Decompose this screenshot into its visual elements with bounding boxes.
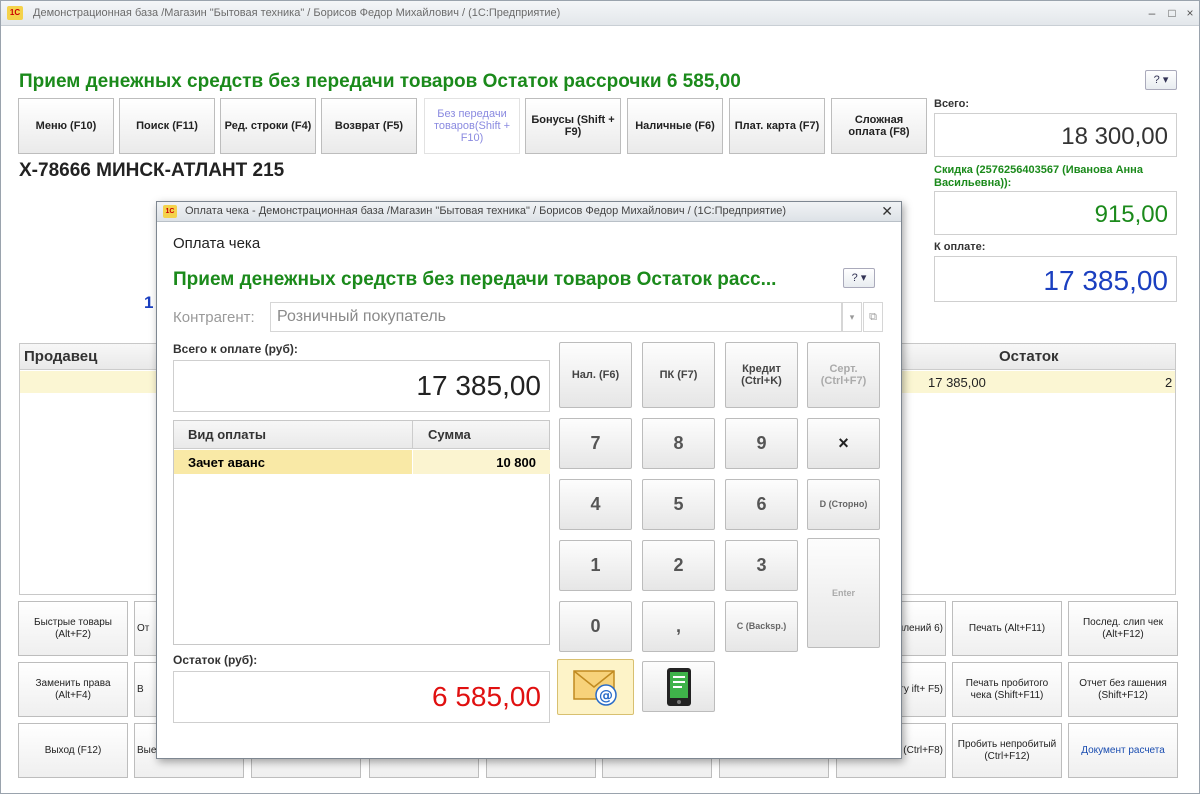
discount-label: Скидка (2576256403567 (Иванова Анна Васи… xyxy=(934,164,1143,189)
main-heading: Прием денежных средств без передачи това… xyxy=(19,71,741,92)
quick-goods-button[interactable]: Быстрые товары (Alt+F2) xyxy=(18,601,128,656)
main-titlebar: 1С Демонстрационная база /Магазин "Бытов… xyxy=(1,1,1199,26)
print-check-button[interactable]: Печать пробитого чека (Shift+F11) xyxy=(952,662,1062,717)
email-icon: @ xyxy=(572,670,617,706)
sms-receipt-button[interactable] xyxy=(642,661,715,712)
payment-type-cell: Зачет аванс xyxy=(174,450,412,474)
payment-sum-cell: 10 800 xyxy=(413,450,550,474)
last-slip-button[interactable]: Послед. слип чек (Alt+F12) xyxy=(1068,601,1178,656)
payment-dialog: 1С Оплата чека - Демонстрационная база /… xyxy=(156,201,902,759)
rest-label: Остаток (руб): xyxy=(173,653,258,667)
comma-key[interactable]: , xyxy=(642,601,715,652)
search-button[interactable]: Поиск (F11) xyxy=(119,98,215,154)
phone-icon xyxy=(666,667,691,706)
topay-label: К оплате: xyxy=(934,241,986,253)
contractor-dropdown-icon[interactable]: ▾ xyxy=(842,302,862,332)
total-value: 18 300,00 xyxy=(934,113,1177,157)
dialog-total-label: Всего к оплате (руб): xyxy=(173,342,298,356)
cash-button[interactable]: Наличные (F6) xyxy=(627,98,723,154)
window-title: Демонстрационная база /Магазин "Бытовая … xyxy=(33,7,561,19)
maximize-icon[interactable]: □ xyxy=(1163,5,1181,21)
punch-unpunched-button[interactable]: Пробить непробитый (Ctrl+F12) xyxy=(952,723,1062,778)
x-report-button[interactable]: Отчет без гашения (Shift+F12) xyxy=(1068,662,1178,717)
no-goods-button[interactable]: Без передачи товаров(Shift + F10) xyxy=(424,98,520,154)
app-logo-icon: 1С xyxy=(7,6,23,20)
bonus-button[interactable]: Бонусы (Shift + F9) xyxy=(525,98,621,154)
rest-value: 6 585,00 xyxy=(173,671,550,723)
row-amount: 17 385,00 xyxy=(928,375,986,390)
discount-value: 915,00 xyxy=(934,191,1177,235)
svg-text:@: @ xyxy=(599,688,613,704)
key-4[interactable]: 4 xyxy=(559,479,632,530)
key-2[interactable]: 2 xyxy=(642,540,715,591)
total-label: Всего: xyxy=(934,98,969,110)
help-button[interactable]: ? ▾ xyxy=(1145,70,1177,90)
col-rest: Остаток xyxy=(999,348,1059,365)
cash-key[interactable]: Нал. (F6) xyxy=(559,342,632,408)
main-window: 1С Демонстрационная база /Магазин "Бытов… xyxy=(0,0,1200,794)
payments-table[interactable]: Вид оплаты Сумма Зачет аванс 10 800 xyxy=(173,420,550,645)
menu-button[interactable]: Меню (F10) xyxy=(18,98,114,154)
dialog-heading: Прием денежных средств без передачи това… xyxy=(173,269,777,290)
payments-header: Вид оплаты Сумма xyxy=(174,421,549,449)
change-rights-button[interactable]: Заменить права (Alt+F4) xyxy=(18,662,128,717)
backspace-key[interactable]: C (Backsp.) xyxy=(725,601,798,652)
key-1[interactable]: 1 xyxy=(559,540,632,591)
key-0[interactable]: 0 xyxy=(559,601,632,652)
return-button[interactable]: Возврат (F5) xyxy=(321,98,417,154)
dialog-total-value: 17 385,00 xyxy=(173,360,550,412)
exit-button[interactable]: Выход (F12) xyxy=(18,723,128,778)
certificate-key[interactable]: Серт. (Ctrl+F7) xyxy=(807,342,880,408)
dialog-help-button[interactable]: ? ▾ xyxy=(843,268,875,288)
dialog-title: Оплата чека - Демонстрационная база /Маг… xyxy=(185,205,787,217)
row-rest: 2 xyxy=(1165,375,1173,390)
key-8[interactable]: 8 xyxy=(642,418,715,469)
key-3[interactable]: 3 xyxy=(725,540,798,591)
key-5[interactable]: 5 xyxy=(642,479,715,530)
card-button[interactable]: Плат. карта (F7) xyxy=(729,98,825,154)
product-title: Х-78666 МИНСК-АТЛАНТ 215 xyxy=(19,160,285,181)
credit-key[interactable]: Кредит (Ctrl+K) xyxy=(725,342,798,408)
column-divider xyxy=(412,421,413,449)
key-9[interactable]: 9 xyxy=(725,418,798,469)
close-icon[interactable]: × xyxy=(1181,5,1199,21)
clear-key[interactable]: × xyxy=(807,418,880,469)
col-seller: Продавец xyxy=(24,348,98,365)
dialog-titlebar: 1С Оплата чека - Демонстрационная база /… xyxy=(157,202,901,222)
key-6[interactable]: 6 xyxy=(725,479,798,530)
payment-document-link[interactable]: Документ расчета xyxy=(1068,723,1178,778)
dialog-close-icon[interactable]: ✕ xyxy=(881,203,893,220)
contractor-field[interactable]: Розничный покупатель xyxy=(270,302,842,332)
dialog-logo-icon: 1С xyxy=(163,205,177,218)
minimize-icon[interactable]: – xyxy=(1143,5,1161,21)
topay-value: 17 385,00 xyxy=(934,256,1177,302)
storno-key[interactable]: D (Сторно) xyxy=(807,479,880,530)
blue-fragment: 1 xyxy=(144,293,154,312)
help-icon: ? xyxy=(1153,74,1160,86)
enter-key[interactable]: Enter xyxy=(807,538,880,648)
contractor-label: Контрагент: xyxy=(173,309,255,326)
col-payment-type: Вид оплаты xyxy=(188,427,266,442)
key-7[interactable]: 7 xyxy=(559,418,632,469)
complex-payment-button[interactable]: Сложная оплата (F8) xyxy=(831,98,927,154)
col-payment-sum: Сумма xyxy=(428,427,471,442)
card-key[interactable]: ПК (F7) xyxy=(642,342,715,408)
email-receipt-button[interactable]: @ xyxy=(557,659,634,715)
edit-row-button[interactable]: Ред. строки (F4) xyxy=(220,98,316,154)
contractor-open-icon[interactable]: ⧉ xyxy=(863,302,883,332)
dialog-help-icon: ? xyxy=(851,272,858,284)
dialog-subtitle: Оплата чека xyxy=(173,235,261,252)
print-button[interactable]: Печать (Alt+F11) xyxy=(952,601,1062,656)
table-row[interactable]: Зачет аванс 10 800 xyxy=(174,450,550,474)
